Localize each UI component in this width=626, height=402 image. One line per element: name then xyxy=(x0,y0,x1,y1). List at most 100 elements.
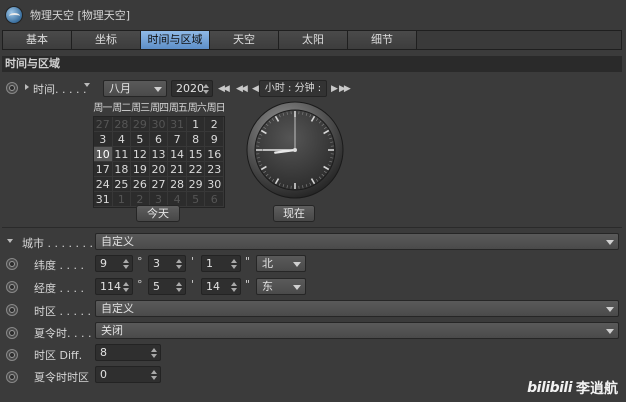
prev-month-button[interactable]: ◀◀ xyxy=(236,83,248,95)
latitude-seconds-input[interactable]: 1 xyxy=(201,255,241,272)
calendar-day[interactable]: 1 xyxy=(112,192,132,207)
time-expand-arrow[interactable] xyxy=(25,84,29,90)
spinner-icon[interactable] xyxy=(203,84,209,94)
spinner-icon[interactable] xyxy=(123,259,129,269)
next-step-button[interactable]: ▶ xyxy=(331,83,338,95)
longitude-seconds-input[interactable]: 14 xyxy=(201,278,241,295)
calendar-day[interactable]: 11 xyxy=(112,147,132,162)
spinner-icon[interactable] xyxy=(176,259,182,269)
calendar-day[interactable]: 25 xyxy=(112,177,132,192)
tab-coordinates[interactable]: 坐标 xyxy=(72,31,141,49)
location-collapse-arrow[interactable] xyxy=(7,239,13,243)
city-dropdown[interactable]: 自定义 xyxy=(95,233,619,250)
calendar-day[interactable]: 23 xyxy=(205,162,224,177)
calendar-day[interactable]: 5 xyxy=(186,192,206,207)
tz-diff-input[interactable]: 8 xyxy=(95,344,161,361)
calendar-day[interactable]: 29 xyxy=(131,117,150,132)
time-collapse-arrow[interactable] xyxy=(84,83,90,87)
calendar-day[interactable]: 8 xyxy=(186,132,206,147)
analog-clock[interactable] xyxy=(245,100,345,200)
degree-symbol: ° xyxy=(137,278,143,291)
longitude-minutes-input[interactable]: 5 xyxy=(148,278,186,295)
today-button[interactable]: 今天 xyxy=(136,205,180,222)
prev-step-button[interactable]: ◀ xyxy=(252,83,259,95)
spinner-icon[interactable] xyxy=(151,370,157,380)
latitude-minutes-input[interactable]: 3 xyxy=(148,255,186,272)
timezone-value: 自定义 xyxy=(101,302,134,315)
time-animate-radio[interactable] xyxy=(6,82,18,94)
latitude-label: 纬度 . . . . xyxy=(34,259,84,272)
calendar-day[interactable]: 27 xyxy=(149,177,169,192)
spinner-icon[interactable] xyxy=(123,282,129,292)
calendar-day[interactable]: 30 xyxy=(205,177,224,192)
dst-animate-radio[interactable] xyxy=(6,327,18,339)
calendar-day[interactable]: 28 xyxy=(112,117,132,132)
calendar-day[interactable]: 15 xyxy=(186,147,206,162)
calendar-day[interactable]: 27 xyxy=(94,117,113,132)
calendar-day[interactable]: 21 xyxy=(168,162,187,177)
latitude-seconds-value: 1 xyxy=(206,257,213,270)
longitude-animate-radio[interactable] xyxy=(6,281,18,293)
longitude-direction-dropdown[interactable]: 东 xyxy=(256,278,306,295)
calendar-day[interactable]: 20 xyxy=(149,162,169,177)
tab-time-location[interactable]: 时间与区域 xyxy=(141,31,210,49)
calendar-day[interactable]: 7 xyxy=(168,132,187,147)
calendar-day[interactable]: 12 xyxy=(131,147,150,162)
calendar-day[interactable]: 31 xyxy=(94,192,113,207)
calendar-day[interactable]: 17 xyxy=(94,162,113,177)
calendar-day[interactable]: 30 xyxy=(149,117,169,132)
calendar-day[interactable]: 16 xyxy=(205,147,224,162)
calendar-day[interactable]: 3 xyxy=(94,132,113,147)
tab-bar-filler xyxy=(417,31,621,49)
tab-basic[interactable]: 基本 xyxy=(3,31,72,49)
calendar-day-selected[interactable]: 10 xyxy=(94,147,113,162)
prev-year-button[interactable]: ◀◀ xyxy=(218,83,230,95)
latitude-minutes-value: 3 xyxy=(153,257,160,270)
next-month-button[interactable]: ▶▶ xyxy=(339,83,351,95)
weekday-sun: 周日 xyxy=(206,103,226,114)
tab-details[interactable]: 细节 xyxy=(348,31,417,49)
calendar-day[interactable]: 26 xyxy=(131,177,150,192)
latitude-degrees-input[interactable]: 9 xyxy=(95,255,133,272)
calendar-day[interactable]: 18 xyxy=(112,162,132,177)
timezone-dropdown[interactable]: 自定义 xyxy=(95,300,619,317)
weekday-tue: 周二 xyxy=(112,103,131,114)
calendar-day[interactable]: 1 xyxy=(186,117,206,132)
longitude-degrees-input[interactable]: 114 xyxy=(95,278,133,295)
spinner-icon[interactable] xyxy=(151,348,157,358)
calendar-day[interactable]: 5 xyxy=(131,132,150,147)
calendar-day[interactable]: 9 xyxy=(205,132,224,147)
spinner-icon[interactable] xyxy=(231,282,237,292)
dst-tz-input[interactable]: 0 xyxy=(95,366,161,383)
calendar-day[interactable]: 22 xyxy=(186,162,206,177)
calendar-day[interactable]: 14 xyxy=(168,147,187,162)
tab-sun[interactable]: 太阳 xyxy=(279,31,348,49)
dst-dropdown[interactable]: 关闭 xyxy=(95,322,619,339)
dst-tz-animate-radio[interactable] xyxy=(6,371,18,383)
calendar-day[interactable]: 29 xyxy=(186,177,206,192)
degree-symbol: ° xyxy=(137,255,143,268)
calendar-day[interactable]: 6 xyxy=(205,192,224,207)
latitude-direction-dropdown[interactable]: 北 xyxy=(256,255,306,272)
now-button[interactable]: 现在 xyxy=(273,205,315,222)
year-input[interactable]: 2020 xyxy=(171,80,213,97)
longitude-minutes-value: 5 xyxy=(153,280,160,293)
time-format-field[interactable]: 小时 : 分钟 : xyxy=(259,80,327,97)
tz-diff-animate-radio[interactable] xyxy=(6,349,18,361)
calendar-day[interactable]: 19 xyxy=(131,162,150,177)
spinner-icon[interactable] xyxy=(176,282,182,292)
timezone-animate-radio[interactable] xyxy=(6,304,18,316)
latitude-animate-radio[interactable] xyxy=(6,258,18,270)
calendar-day[interactable]: 28 xyxy=(168,177,187,192)
calendar-day[interactable]: 13 xyxy=(149,147,169,162)
spinner-icon[interactable] xyxy=(231,259,237,269)
weekday-sat: 周六 xyxy=(187,103,207,114)
tab-sky[interactable]: 天空 xyxy=(210,31,279,49)
month-dropdown[interactable]: 八月 xyxy=(103,80,167,97)
calendar-day[interactable]: 6 xyxy=(149,132,169,147)
calendar-day[interactable]: 31 xyxy=(168,117,187,132)
calendar-day[interactable]: 24 xyxy=(94,177,113,192)
second-symbol: " xyxy=(245,278,251,291)
calendar-day[interactable]: 4 xyxy=(112,132,132,147)
calendar-day[interactable]: 2 xyxy=(205,117,224,132)
